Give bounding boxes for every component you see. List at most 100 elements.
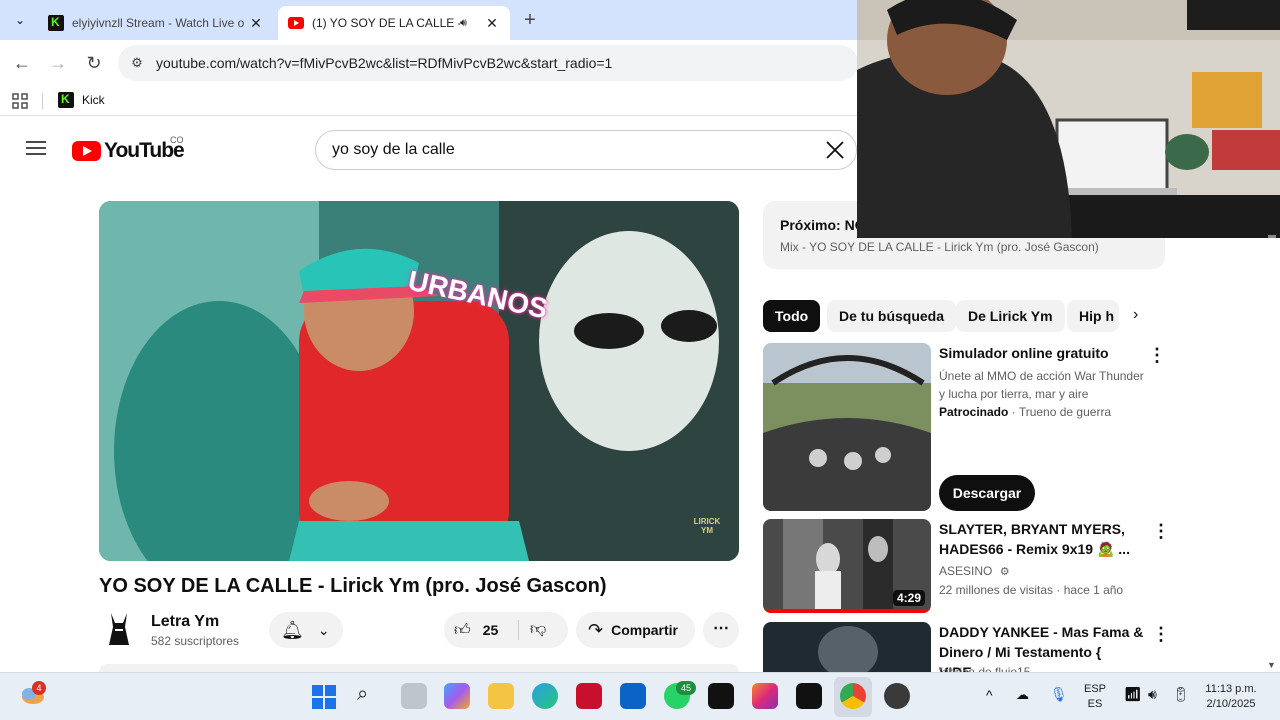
address-bar[interactable]: ⚙︎ youtube.com/watch?v=fMivPcvB2wc&list=… <box>118 45 858 81</box>
up-next-label: Próximo: NO <box>780 217 866 233</box>
browser-tab-youtube[interactable]: (1) YO SOY DE LA CALLE - L 🔊︎ ✕ <box>278 6 510 40</box>
speaker-icon[interactable]: 🔊︎ <box>460 17 476 30</box>
language-indicator[interactable]: ESP ES <box>1082 682 1108 712</box>
channel-line: ASESINO ⚙︎ <box>939 562 1010 581</box>
page-scrollbar-down-arrow-icon[interactable]: ▼ <box>1267 660 1276 670</box>
chevron-down-icon: ⌄ <box>317 621 330 638</box>
instagram-icon[interactable] <box>752 683 778 709</box>
language-code: ESP <box>1083 683 1106 695</box>
task-view-icon[interactable] <box>401 683 427 709</box>
channel-name[interactable]: fábrica de flujo15 <box>939 663 1030 672</box>
chips-next-arrow-icon[interactable]: › <box>1133 306 1138 324</box>
chip-todo[interactable]: Todo <box>763 300 821 332</box>
share-button[interactable]: ↷ Compartir <box>576 612 695 648</box>
more-actions-button[interactable]: ⋯ <box>703 612 739 648</box>
site-settings-icon[interactable]: ⚙︎ <box>118 55 156 71</box>
back-arrow-icon[interactable]: ← <box>9 50 35 76</box>
webcam-overlay <box>857 0 1280 238</box>
windows-start-icon[interactable] <box>312 685 336 709</box>
microphone-icon[interactable]: 🎙︎ <box>1050 686 1068 703</box>
network-status-icon[interactable]: ☁︎ <box>1016 687 1029 703</box>
chip-de-tu-busqueda[interactable]: De tu búsqueda <box>827 300 957 332</box>
channel-name[interactable]: Letra Ym <box>151 613 219 631</box>
tab-title: elyiyivnzll Stream - Watch Live o <box>72 16 245 30</box>
video-thumbnail[interactable]: 4:29 <box>763 519 931 613</box>
ad-sponsor-line: Patrocinado · Trueno de guerra <box>939 403 1111 421</box>
ad-thumbnail[interactable] <box>763 343 931 511</box>
obs-icon[interactable] <box>884 683 910 709</box>
duration-badge: 4:29 <box>892 590 925 606</box>
like-button[interactable]: 👍︎ 25 <box>454 612 498 648</box>
time: 11:13 p.m. <box>1205 683 1257 695</box>
verified-icon: ⚙︎ <box>999 566 1010 578</box>
channel-avatar[interactable] <box>105 611 133 647</box>
tiktok-icon[interactable] <box>708 683 734 709</box>
view-count-and-age: 22 millones de visitas · hace 1 año <box>939 583 1124 597</box>
clear-search-icon[interactable] <box>824 139 846 161</box>
volume-icon[interactable]: 🔊︎ <box>1148 686 1157 703</box>
subscriber-count: 582 suscriptores <box>151 634 240 648</box>
description-box-edge <box>99 664 739 672</box>
download-cta-button[interactable]: Descargar <box>939 475 1035 511</box>
clock[interactable]: 11:13 p.m. 2/10/2025 <box>1198 682 1264 712</box>
recommendation-title[interactable]: Simulador online gratuito <box>939 343 1149 363</box>
file-explorer-icon[interactable] <box>488 683 514 709</box>
bell-icon: 🔔︎ <box>281 619 304 640</box>
tab-search-chevron-icon[interactable]: ⌄ <box>10 10 30 30</box>
share-label: Compartir <box>611 622 678 638</box>
hamburger-menu-icon[interactable] <box>26 140 46 156</box>
bookmark-kick[interactable]: Kick <box>58 92 105 108</box>
new-tab-plus-icon[interactable]: + <box>520 10 540 30</box>
search-icon[interactable]: ⌕ <box>357 683 368 706</box>
bookmark-label: Kick <box>82 93 105 107</box>
browser-tab-kick-stream[interactable]: elyiyivnzll Stream - Watch Live o ✕ <box>38 6 274 40</box>
reload-icon[interactable]: ↻ <box>81 50 107 76</box>
mcafee-icon[interactable] <box>576 683 602 709</box>
advertiser-name: Trueno de guerra <box>1018 405 1112 419</box>
youtube-favicon-icon <box>288 17 304 29</box>
recommendation-title-line[interactable]: HADES66 - Remix 9x19 🧟 ... <box>939 539 1149 559</box>
show-hidden-icons-chevron-icon[interactable]: ^ <box>986 687 993 703</box>
chrome-icon[interactable] <box>840 683 866 709</box>
outlook-icon[interactable] <box>620 683 646 709</box>
tab-title: (1) YO SOY DE LA CALLE - L <box>312 16 460 30</box>
close-tab-icon[interactable]: ✕ <box>248 15 264 32</box>
youtube-play-logo-icon <box>72 141 101 161</box>
video-thumbnail[interactable] <box>763 622 931 672</box>
watch-progress-bar <box>763 609 931 613</box>
separator: · <box>1011 405 1019 419</box>
capcut-icon[interactable] <box>796 683 822 709</box>
thumbs-down-icon[interactable]: 👎︎ <box>530 620 546 639</box>
search-input[interactable]: yo soy de la calle <box>315 130 857 170</box>
video-player[interactable]: URBANOS LIRICK YM <box>99 201 739 561</box>
wifi-icon[interactable]: 📶︎ <box>1124 686 1142 703</box>
playlist-title: Mix - YO SOY DE LA CALLE - Lirick Ym (pr… <box>780 240 1099 254</box>
share-arrow-icon: ↷ <box>588 619 604 640</box>
copilot-icon[interactable] <box>444 683 470 709</box>
edge-icon[interactable] <box>532 683 558 709</box>
divider <box>518 620 519 640</box>
ad-description: Únete al MMO de acción War Thunder <box>939 369 1144 383</box>
chip-hip-hop[interactable]: Hip h <box>1067 300 1119 332</box>
whatsapp-badge: 45 <box>676 681 696 695</box>
youtube-logo[interactable]: YouTube <box>72 139 185 163</box>
more-options-icon[interactable]: ⋮ <box>1152 624 1170 645</box>
kick-favicon-icon <box>48 15 64 31</box>
keyboard-layout: ES <box>1087 698 1103 710</box>
apps-grid-icon[interactable] <box>12 93 28 109</box>
subscribe-bell-button[interactable]: 🔔︎ ⌄ <box>269 612 343 648</box>
cockpit-image <box>763 343 931 511</box>
battery-icon[interactable]: 🔋︎ <box>1172 686 1190 703</box>
more-options-icon[interactable]: ⋮ <box>1148 345 1166 366</box>
chip-de-lirick-ym[interactable]: De Lirick Ym <box>956 300 1065 332</box>
forward-arrow-icon[interactable]: → <box>45 50 71 76</box>
more-options-icon[interactable]: ⋮ <box>1152 521 1170 542</box>
channel-name[interactable]: ASESINO <box>939 564 992 578</box>
recommendation-title-line[interactable]: DADDY YANKEE - Mas Fama & <box>939 622 1149 642</box>
ad-description: y lucha por tierra, mar y aire <box>939 387 1089 401</box>
video-frame-image <box>99 201 739 561</box>
thumbnail-image <box>763 622 931 672</box>
sponsored-label: Patrocinado <box>939 405 1009 419</box>
recommendation-title-line[interactable]: SLAYTER, BRYANT MYERS, <box>939 519 1149 539</box>
close-tab-icon[interactable]: ✕ <box>484 15 500 32</box>
